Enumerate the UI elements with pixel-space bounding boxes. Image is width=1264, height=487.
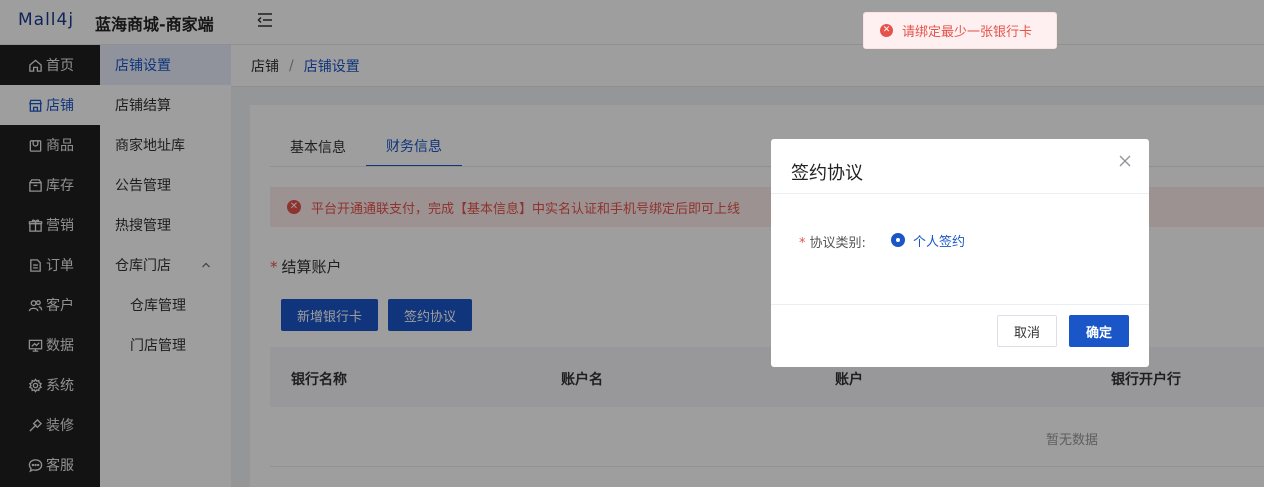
personal-agreement-radio[interactable] <box>891 233 905 247</box>
dialog-footer-divider <box>771 304 1149 305</box>
sign-agreement-dialog: 签约协议 * 协议类别: 个人签约 取消 确定 <box>771 139 1149 367</box>
error-toast: ✕ 请绑定最少一张银行卡 <box>863 12 1057 49</box>
agreement-type-label: * 协议类别: <box>799 236 866 251</box>
cancel-button[interactable]: 取消 <box>997 315 1057 347</box>
error-circle-icon: ✕ <box>880 24 893 37</box>
close-icon[interactable] <box>1118 154 1132 168</box>
toast-text: 请绑定最少一张银行卡 <box>902 25 1033 40</box>
personal-agreement-label[interactable]: 个人签约 <box>913 231 965 250</box>
required-mark: * <box>799 236 806 251</box>
dialog-title: 签约协议 <box>791 163 863 184</box>
dialog-header-divider <box>771 193 1149 194</box>
confirm-button[interactable]: 确定 <box>1069 315 1129 347</box>
